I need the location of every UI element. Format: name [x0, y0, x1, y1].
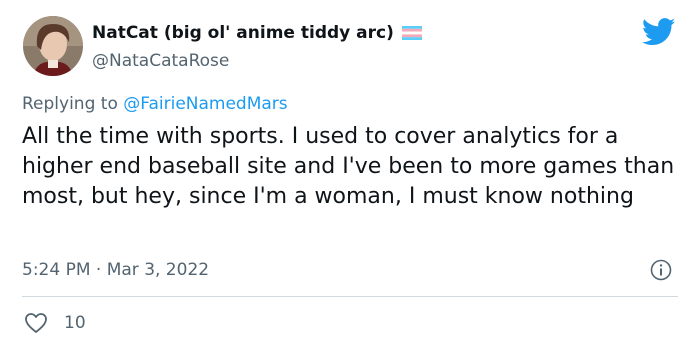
tweet-timestamp[interactable]: 5:24 PM · Mar 3, 2022 [22, 260, 209, 280]
tweet-text: All the time with sports. I used to cove… [22, 124, 675, 209]
info-icon[interactable] [650, 259, 672, 281]
heart-icon [25, 313, 47, 333]
replying-to: Replying to @FairieNamedMars [22, 94, 288, 114]
like-button[interactable]: 10 [24, 312, 86, 334]
tweet-card: NatCat (big ol' anime tiddy arc) @NataCa… [0, 0, 700, 349]
display-name-text: NatCat (big ol' anime tiddy arc) [92, 23, 394, 43]
avatar[interactable] [23, 16, 83, 76]
twitter-bird-icon[interactable] [642, 18, 676, 46]
reply-mention-link[interactable]: @FairieNamedMars [123, 94, 287, 114]
transgender-flag-icon [401, 26, 422, 40]
replying-prefix: Replying to [22, 94, 124, 114]
display-name[interactable]: NatCat (big ol' anime tiddy arc) [92, 23, 422, 43]
divider [22, 296, 678, 297]
like-count: 10 [64, 313, 86, 333]
avatar-image [23, 16, 83, 76]
author-handle[interactable]: @NataCataRose [92, 51, 229, 71]
